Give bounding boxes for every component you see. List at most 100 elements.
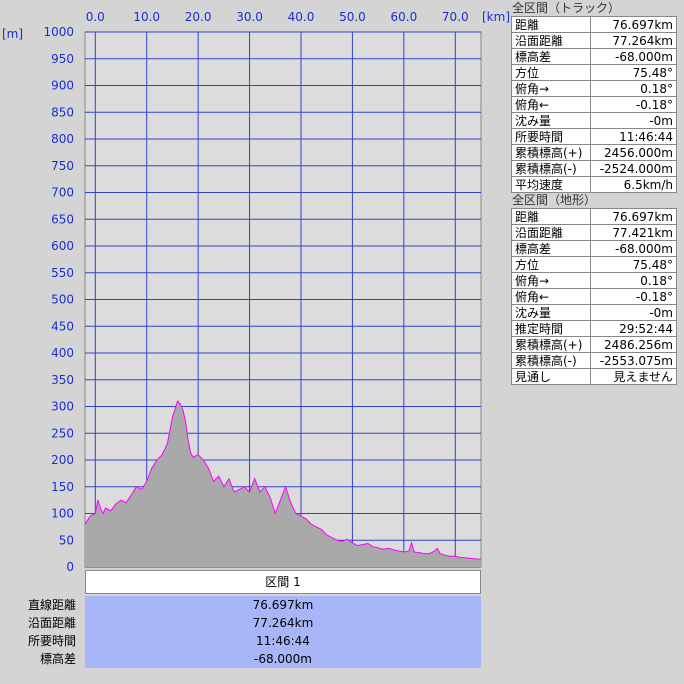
y-axis-ticks: 0 50 100 150 200 250 300 350 400 450 500 550 600 650 7… bbox=[43, 25, 74, 574]
track-stat-label: 沈み量 bbox=[510, 112, 592, 129]
terrain-stat-value: 見えません bbox=[590, 368, 677, 385]
x-axis-unit: [km] bbox=[482, 10, 510, 24]
track-stat-label: 所要時間 bbox=[510, 128, 592, 145]
y-tick-label: 450 bbox=[51, 319, 74, 333]
terrain-stat-label: 沿面距離 bbox=[510, 224, 592, 241]
x-tick-label: 40.0 bbox=[288, 10, 315, 24]
terrain-stat-value: 75.48° bbox=[590, 256, 677, 273]
terrain-stats-table: 距離 76.697km 沿面距離 77.421km 標高差 -68.000m 方位 75.48… bbox=[510, 208, 677, 385]
y-tick-label: 650 bbox=[51, 212, 74, 226]
terrain-stat-label: 推定時間 bbox=[510, 320, 592, 337]
track-stat-value: -68.000m bbox=[590, 48, 677, 65]
track-stat-row: 距離 76.697km bbox=[510, 16, 677, 33]
x-tick-label: 20.0 bbox=[185, 10, 212, 24]
track-stat-row: 累積標高(+) 2456.000m bbox=[510, 144, 677, 161]
y-tick-label: 400 bbox=[51, 346, 74, 360]
x-tick-label: 0.0 bbox=[86, 10, 105, 24]
track-stats-title: 全区間（トラック） bbox=[512, 1, 621, 15]
y-tick-label: 700 bbox=[51, 186, 74, 200]
track-stat-row: 平均速度 6.5km/h bbox=[510, 176, 677, 193]
track-stat-value: 0.18° bbox=[590, 80, 677, 97]
x-tick-label: 60.0 bbox=[390, 10, 417, 24]
y-tick-label: 600 bbox=[51, 239, 74, 253]
track-stat-row: 沿面距離 77.264km bbox=[510, 32, 677, 49]
y-tick-label: 900 bbox=[51, 79, 74, 93]
terrain-stat-label: 累積標高(+) bbox=[510, 336, 592, 353]
section-label-elevation-diff: 標高差 bbox=[39, 652, 76, 666]
section-label-duration: 所要時間 bbox=[27, 634, 76, 648]
track-stats-panel: 全区間（トラック） 距離 76.697km 沿面距離 77.264km 標高差 -68.0… bbox=[510, 0, 677, 193]
x-tick-label: 10.0 bbox=[133, 10, 160, 24]
x-tick-label: 50.0 bbox=[339, 10, 366, 24]
track-stat-value: 77.264km bbox=[590, 32, 677, 49]
track-stat-row: 標高差 -68.000m bbox=[510, 48, 677, 65]
section-value-elevation-diff: -68.000m bbox=[253, 652, 312, 666]
y-tick-label: 500 bbox=[51, 293, 74, 307]
y-tick-label: 0 bbox=[66, 560, 74, 574]
x-axis-ticks: 0.0 10.0 20.0 30.0 40.0 50.0 60.0 70.0 bbox=[86, 10, 469, 24]
section-value-surface-distance: 77.264km bbox=[252, 616, 314, 630]
section-value-duration: 11:46:44 bbox=[256, 634, 310, 648]
section-label-surface-distance: 沿面距離 bbox=[27, 616, 76, 630]
y-tick-label: 800 bbox=[51, 132, 74, 146]
terrain-stat-row: 距離 76.697km bbox=[510, 208, 677, 225]
track-stat-value: 75.48° bbox=[590, 64, 677, 81]
terrain-stat-row: 方位 75.48° bbox=[510, 256, 677, 273]
section-labels: 直線距離 沿面距離 所要時間 標高差 bbox=[0, 596, 76, 668]
terrain-stat-row: 累積標高(+) 2486.256m bbox=[510, 336, 677, 353]
track-stat-value: 76.697km bbox=[590, 16, 677, 33]
track-stat-value: -0.18° bbox=[590, 96, 677, 113]
track-stat-row: 俯角→ 0.18° bbox=[510, 80, 677, 97]
track-stat-label: 平均速度 bbox=[510, 176, 592, 193]
track-stats-table: 距離 76.697km 沿面距離 77.264km 標高差 -68.000m 方位 75.48… bbox=[510, 16, 677, 193]
terrain-stat-value: 2486.256m bbox=[590, 336, 677, 353]
terrain-stat-label: 方位 bbox=[510, 256, 592, 273]
terrain-stat-value: -0m bbox=[590, 304, 677, 321]
track-stat-value: 6.5km/h bbox=[590, 176, 677, 193]
track-stat-row: 所要時間 11:46:44 bbox=[510, 128, 677, 145]
terrain-stat-value: 0.18° bbox=[590, 272, 677, 289]
terrain-stat-row: 俯角← -0.18° bbox=[510, 288, 677, 305]
y-tick-label: 750 bbox=[51, 159, 74, 173]
y-tick-label: 200 bbox=[51, 453, 74, 467]
track-stat-label: 累積標高(+) bbox=[510, 144, 592, 161]
terrain-stat-label: 沈み量 bbox=[510, 304, 592, 321]
terrain-stat-label: 累積標高(-) bbox=[510, 352, 592, 369]
track-stat-label: 標高差 bbox=[510, 48, 592, 65]
x-tick-label: 30.0 bbox=[236, 10, 263, 24]
terrain-stat-value: 77.421km bbox=[590, 224, 677, 241]
y-tick-label: 100 bbox=[51, 507, 74, 521]
section-label-straight-distance: 直線距離 bbox=[27, 598, 76, 612]
track-stat-row: 沈み量 -0m bbox=[510, 112, 677, 129]
y-tick-label: 300 bbox=[51, 400, 74, 414]
section-values: 76.697km 77.264km 11:46:44 -68.000m bbox=[85, 596, 481, 668]
terrain-stat-row: 累積標高(-) -2553.075m bbox=[510, 352, 677, 369]
track-stat-label: 俯角← bbox=[510, 96, 592, 113]
y-tick-label: 850 bbox=[51, 105, 74, 119]
track-stat-label: 沿面距離 bbox=[510, 32, 592, 49]
terrain-stat-row: 推定時間 29:52:44 bbox=[510, 320, 677, 337]
terrain-stat-row: 標高差 -68.000m bbox=[510, 240, 677, 257]
terrain-stat-value: -0.18° bbox=[590, 288, 677, 305]
track-stat-label: 方位 bbox=[510, 64, 592, 81]
track-stat-value: -2524.000m bbox=[590, 160, 677, 177]
terrain-stat-label: 距離 bbox=[510, 208, 592, 225]
terrain-stat-row: 俯角→ 0.18° bbox=[510, 272, 677, 289]
track-stat-row: 方位 75.48° bbox=[510, 64, 677, 81]
y-tick-label: 350 bbox=[51, 373, 74, 387]
y-tick-label: 250 bbox=[51, 426, 74, 440]
terrain-stat-label: 俯角← bbox=[510, 288, 592, 305]
y-axis-unit: [m] bbox=[2, 27, 23, 41]
terrain-stat-row: 見通し 見えません bbox=[510, 368, 677, 385]
terrain-stats-title: 全区間（地形） bbox=[512, 193, 597, 207]
track-stat-value: 11:46:44 bbox=[590, 128, 677, 145]
terrain-stat-value: -68.000m bbox=[590, 240, 677, 257]
y-tick-label: 1000 bbox=[43, 25, 74, 39]
terrain-stat-row: 沿面距離 77.421km bbox=[510, 224, 677, 241]
track-stat-label: 俯角→ bbox=[510, 80, 592, 97]
terrain-stat-value: 76.697km bbox=[590, 208, 677, 225]
y-tick-label: 150 bbox=[51, 480, 74, 494]
section-header[interactable]: 区間 1 bbox=[85, 570, 481, 594]
track-stat-row: 俯角← -0.18° bbox=[510, 96, 677, 113]
section-value-straight-distance: 76.697km bbox=[252, 598, 314, 612]
